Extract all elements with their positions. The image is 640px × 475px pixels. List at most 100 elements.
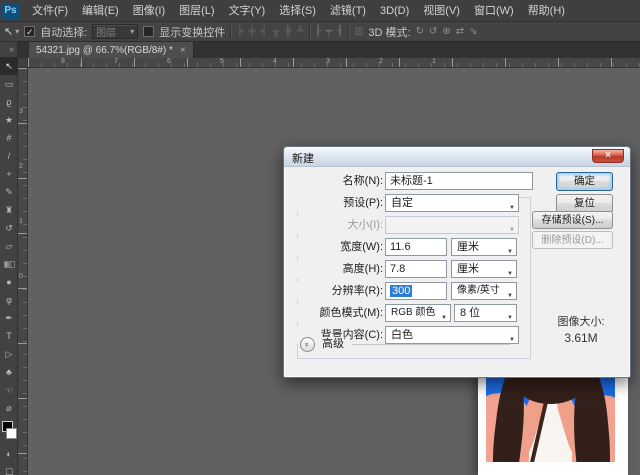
menu-filter[interactable]: 滤镜(T) (323, 0, 373, 22)
tool-hand[interactable]: ☜ (0, 381, 18, 399)
screen-mode-button[interactable]: ☐ (0, 463, 18, 475)
tool-type[interactable]: T (0, 327, 18, 345)
3d-slide-icon[interactable]: ⇄ (456, 23, 464, 41)
menu-layer[interactable]: 图层(L) (172, 0, 221, 22)
tool-marquee[interactable]: ▭ (0, 75, 18, 93)
height-unit-dropdown[interactable]: 厘米 ▼ (451, 260, 517, 278)
height-label: 高度(H): (286, 260, 383, 278)
distribute-left-icon[interactable]: ┠ (315, 23, 321, 41)
background-contents-value: 白色 (391, 329, 413, 341)
ruler-origin-corner[interactable] (18, 58, 28, 68)
menu-window[interactable]: 窗口(W) (467, 0, 521, 22)
align-top-icon[interactable]: ╥ (273, 23, 280, 41)
tool-crop[interactable]: # (0, 129, 18, 147)
tool-history-brush[interactable]: ↺ (0, 219, 18, 237)
show-transform-checkbox[interactable] (143, 26, 154, 37)
distribute-right-icon[interactable]: ┨ (337, 23, 343, 41)
menu-select[interactable]: 选择(S) (272, 0, 323, 22)
dialog-close-button[interactable]: × (592, 149, 624, 163)
dodge-icon: φ (6, 295, 12, 305)
vertical-ruler[interactable]: 3 2 1 0 (18, 68, 28, 475)
color-mode-dropdown[interactable]: RGB 颜色 ▼ (385, 304, 451, 322)
align-bottom-icon[interactable]: ╨ (297, 23, 304, 41)
tool-lasso[interactable]: ϱ (0, 93, 18, 111)
color-swatches[interactable] (0, 421, 18, 445)
3d-rotate-icon[interactable]: ↻ (416, 23, 424, 41)
tool-eraser[interactable]: ▱ (0, 237, 18, 255)
name-input[interactable]: 未标题-1 (385, 172, 533, 190)
preset-dropdown[interactable]: 自定 ▼ (385, 194, 519, 212)
bit-depth-dropdown[interactable]: 8 位 ▼ (454, 304, 517, 322)
align-center-icon[interactable]: ╪ (248, 23, 255, 41)
3d-drag-icon[interactable]: ⊕ (442, 23, 450, 41)
eyedropper-icon: / (8, 151, 11, 161)
menu-bar: Ps 文件(F) 编辑(E) 图像(I) 图层(L) 文字(Y) 选择(S) 滤… (0, 0, 640, 22)
tool-dodge[interactable]: φ (0, 291, 18, 309)
width-input[interactable]: 11.6 (385, 238, 447, 256)
bit-depth-value: 8 位 (460, 307, 480, 319)
tool-brush[interactable]: ✎ (0, 183, 18, 201)
tool-preset-picker[interactable]: ↖ ▾ (4, 25, 19, 38)
background-contents-dropdown[interactable]: 白色 ▼ (385, 326, 519, 344)
advanced-label: 高级 (322, 337, 344, 352)
screen-mode-icon: ☐ (5, 467, 13, 475)
image-size-value: 3.61M (536, 331, 626, 345)
options-bar: ↖ ▾ ✓ 自动选择: 图层 ▾ 显示变换控件 ╞ ╪ ╡ ╥ ╫ ╨ ┠ ┯ … (0, 22, 640, 42)
height-input[interactable]: 7.8 (385, 260, 447, 278)
tool-spot-healing[interactable]: + (0, 165, 18, 183)
ruler-number: 8 (61, 58, 65, 65)
advanced-expander-button[interactable]: » (300, 337, 315, 352)
3d-roll-icon[interactable]: ↺ (429, 23, 437, 41)
menu-edit[interactable]: 编辑(E) (75, 0, 126, 22)
horizontal-ruler[interactable]: 8 7 6 5 4 3 2 1 (28, 58, 640, 68)
auto-select-target-value: 图层 (96, 24, 116, 39)
image-size-label: 图像大小: (536, 313, 626, 329)
tool-pen[interactable]: ✒ (0, 309, 18, 327)
tab-close-icon[interactable]: × (180, 45, 186, 56)
distribute-center-icon[interactable]: ┯ (326, 23, 332, 41)
auto-select-target-dropdown[interactable]: 图层 ▾ (92, 24, 138, 39)
align-middle-icon[interactable]: ╫ (285, 23, 292, 41)
3d-scale-icon[interactable]: ⇘ (469, 23, 477, 41)
document-tab-title: 54321.jpg @ 66.7%(RGB/8#) * (36, 45, 173, 56)
tool-clone-stamp[interactable]: ♜ (0, 201, 18, 219)
tool-path-selection[interactable]: ▷ (0, 345, 18, 363)
ok-button[interactable]: 确定 (556, 172, 613, 191)
tool-gradient[interactable] (0, 255, 18, 273)
chevron-down-icon: ▼ (509, 200, 515, 216)
resolution-label: 分辨率(R): (286, 282, 383, 300)
hand-icon: ☜ (5, 385, 13, 396)
width-unit-dropdown[interactable]: 厘米 ▼ (451, 238, 517, 256)
align-right-icon[interactable]: ╡ (260, 23, 267, 41)
document-tab[interactable]: 54321.jpg @ 66.7%(RGB/8#) * × (29, 42, 194, 58)
chevron-down-icon: ▾ (15, 27, 19, 36)
tool-blur[interactable]: ● (0, 273, 18, 291)
menu-file[interactable]: 文件(F) (25, 0, 75, 22)
dialog-title-bar[interactable]: 新建 (284, 147, 630, 167)
lasso-icon: ϱ (6, 97, 11, 107)
dialog-title: 新建 (292, 150, 314, 166)
tools-panel: » ↖ ▭ ϱ ★ # / + ✎ ♜ ↺ ▱ ● φ ✒ T ▷ ♣ ☜ ⌀ … (0, 42, 18, 475)
ruler-number: 2 (19, 163, 23, 170)
menu-type[interactable]: 文字(Y) (222, 0, 273, 22)
panel-collapse-icon[interactable]: » (0, 42, 17, 57)
tool-custom-shape[interactable]: ♣ (0, 363, 18, 381)
auto-select-checkbox[interactable]: ✓ (24, 26, 35, 37)
menu-view[interactable]: 视图(V) (416, 0, 467, 22)
resolution-unit-dropdown[interactable]: 像素/英寸 ▼ (451, 282, 517, 300)
align-left-icon[interactable]: ╞ (236, 23, 243, 41)
save-preset-button[interactable]: 存储预设(S)... (532, 211, 613, 229)
zoom-icon: ⌀ (6, 403, 11, 414)
menu-help[interactable]: 帮助(H) (521, 0, 572, 22)
tool-move[interactable]: ↖ (0, 57, 18, 75)
quick-mask-button[interactable]: ◐ (0, 445, 18, 463)
tool-quick-selection[interactable]: ★ (0, 111, 18, 129)
auto-align-icon[interactable]: ▥ (354, 23, 363, 41)
tool-eyedropper[interactable]: / (0, 147, 18, 165)
tool-zoom[interactable]: ⌀ (0, 399, 18, 417)
background-color-swatch[interactable] (6, 428, 17, 439)
document-photo[interactable] (478, 371, 628, 475)
menu-image[interactable]: 图像(I) (126, 0, 172, 22)
menu-3d[interactable]: 3D(D) (373, 0, 416, 22)
resolution-input[interactable]: 300 (385, 282, 447, 300)
